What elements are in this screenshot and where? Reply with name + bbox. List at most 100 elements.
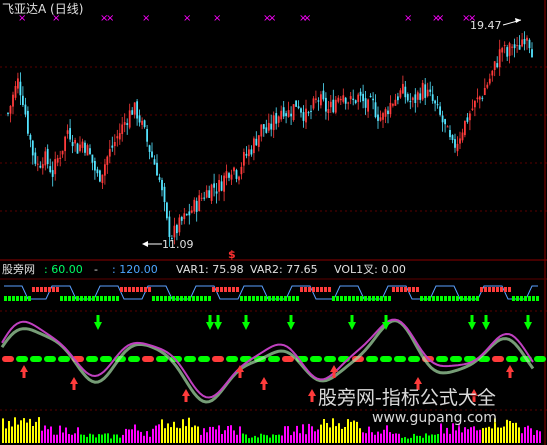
band-block xyxy=(60,296,63,301)
band-block xyxy=(132,287,135,292)
histogram-bar xyxy=(140,431,142,443)
histogram-bar xyxy=(491,428,493,443)
candle-body xyxy=(317,100,320,102)
candle-body xyxy=(531,49,533,58)
sell-arrow-icon xyxy=(94,322,102,330)
histogram-bar xyxy=(107,433,109,443)
candle-body xyxy=(128,110,131,128)
candle-body xyxy=(200,197,203,199)
histogram-bar xyxy=(113,434,115,443)
histogram-bar xyxy=(386,425,388,443)
histogram-bar xyxy=(422,437,424,443)
watermark-url: www.gupang.com xyxy=(372,410,497,426)
candle-body xyxy=(27,110,29,134)
candle-body xyxy=(133,102,136,115)
band-block xyxy=(520,296,523,301)
histogram-bar xyxy=(74,433,76,443)
band-block xyxy=(240,296,243,301)
histogram-bar xyxy=(269,437,271,443)
histogram-bar xyxy=(110,438,112,443)
histogram-bar xyxy=(521,433,523,443)
candle-body xyxy=(344,97,347,104)
band-block xyxy=(4,296,7,301)
candle-body xyxy=(406,94,409,101)
histogram-bar xyxy=(302,424,304,443)
candle-body xyxy=(414,94,417,103)
band-block xyxy=(452,296,455,301)
histogram-bar xyxy=(311,426,313,443)
band-block xyxy=(504,287,507,292)
buy-arrow-icon xyxy=(330,365,338,372)
candle-body xyxy=(496,63,499,68)
candle-body xyxy=(138,115,141,123)
histogram-bar xyxy=(488,426,490,443)
histogram-bar xyxy=(41,430,43,443)
mid-band-segment xyxy=(2,356,14,362)
candle-body xyxy=(312,98,315,109)
histogram-bar xyxy=(473,426,475,443)
candle-body xyxy=(404,86,407,98)
candle-body xyxy=(198,195,201,211)
band-block xyxy=(112,296,115,301)
band-block xyxy=(332,296,335,301)
candle-body xyxy=(79,144,81,152)
candle-body xyxy=(402,83,404,94)
indicator-value-1: : 60.00 xyxy=(44,263,83,276)
candle-body xyxy=(302,112,305,121)
band-block xyxy=(364,296,367,301)
candle-body xyxy=(295,100,297,107)
candle-body xyxy=(389,102,392,115)
histogram-bar xyxy=(44,425,46,443)
histogram-bar xyxy=(62,432,64,443)
band-block xyxy=(424,296,427,301)
cross-marker: × xyxy=(436,13,444,24)
histogram-bar xyxy=(194,425,196,443)
band-block xyxy=(120,287,123,292)
band-block xyxy=(208,296,211,301)
band-block xyxy=(432,296,435,301)
candle-body xyxy=(362,93,364,102)
histogram-bar xyxy=(371,432,373,443)
band-block xyxy=(236,287,239,292)
band-block xyxy=(144,287,147,292)
histogram-bar xyxy=(203,428,205,443)
band-block xyxy=(532,296,535,301)
mid-band-segment xyxy=(436,356,448,362)
candle-body xyxy=(277,116,280,123)
histogram-bar xyxy=(17,424,19,443)
histogram-bar xyxy=(500,427,502,443)
candle-body xyxy=(29,135,32,140)
buy-arrow-stem xyxy=(332,372,336,378)
mid-band-segment xyxy=(142,356,154,362)
candle-body xyxy=(7,113,9,115)
candle-body xyxy=(260,124,263,137)
candle-body xyxy=(24,104,27,115)
histogram-bar xyxy=(242,433,244,443)
candle-body xyxy=(327,109,330,113)
candle-body xyxy=(461,132,464,141)
band-block xyxy=(480,287,483,292)
band-block xyxy=(300,287,303,292)
sell-arrow-stem xyxy=(96,315,100,323)
candle-body xyxy=(399,90,402,98)
candle-body xyxy=(61,150,64,155)
histogram-bar xyxy=(86,436,88,443)
band-block xyxy=(404,287,407,292)
histogram-bar xyxy=(95,437,97,443)
candle-body xyxy=(339,98,342,101)
band-block xyxy=(456,296,459,301)
band-block xyxy=(508,287,511,292)
histogram-bar xyxy=(296,425,298,443)
histogram-bar xyxy=(440,423,442,443)
band-block xyxy=(420,296,423,301)
histogram-bar xyxy=(47,429,49,443)
histogram-bar xyxy=(83,434,85,443)
candle-body xyxy=(54,159,57,175)
candle-body xyxy=(347,102,350,104)
candle-body xyxy=(262,124,265,129)
band-block xyxy=(292,296,295,301)
band-block xyxy=(476,296,479,301)
candle-body xyxy=(498,49,501,68)
histogram-bar xyxy=(161,419,163,443)
band-block xyxy=(368,296,371,301)
